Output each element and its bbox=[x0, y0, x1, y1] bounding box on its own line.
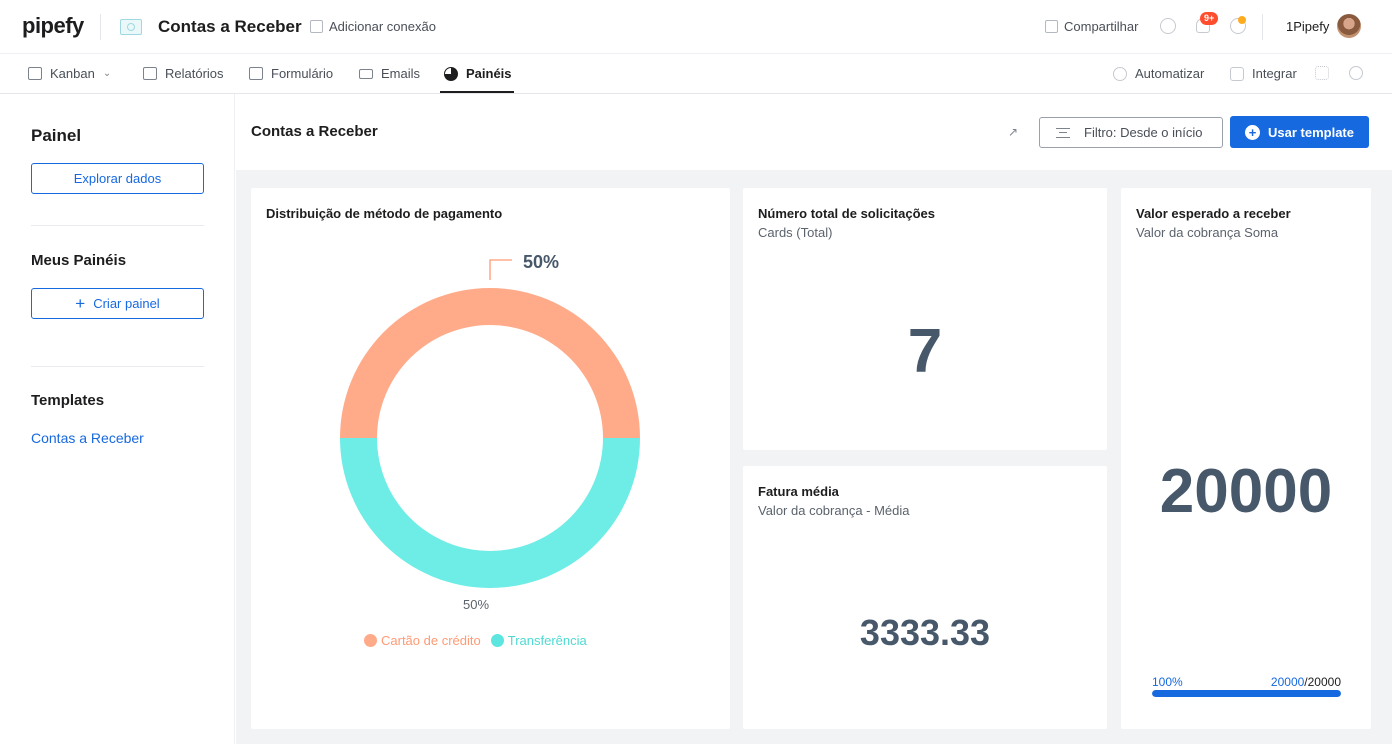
tab-kanban[interactable]: Kanban ⌄ bbox=[28, 66, 111, 81]
sidebar-my-panels-title: Meus Painéis bbox=[31, 252, 127, 269]
automate-label: Automatizar bbox=[1135, 66, 1205, 81]
legend-swatch bbox=[490, 634, 504, 647]
divider bbox=[31, 225, 204, 226]
top-bar: pipefy Contas a Receber Adicionar conexã… bbox=[0, 0, 1392, 54]
progress-bar bbox=[1152, 690, 1341, 697]
slice-label-1: 50% bbox=[463, 597, 489, 612]
legend-label: Cartão de crédito bbox=[381, 633, 481, 648]
add-connection-label: Adicionar conexão bbox=[329, 19, 436, 34]
total-requests-card: Número total de solicitações Cards (Tota… bbox=[743, 188, 1107, 450]
explore-data-button[interactable]: Explorar dados bbox=[31, 163, 204, 194]
metric-value: 3333.33 bbox=[859, 612, 991, 653]
integrate-label: Integrar bbox=[1252, 66, 1297, 81]
slice-label-0: 50% bbox=[523, 252, 559, 272]
dashboard-header: Contas a Receber ↗ Filtro: Desde o iníci… bbox=[236, 94, 1392, 170]
pipefy-logo[interactable]: pipefy bbox=[22, 13, 84, 39]
tab-label: Kanban bbox=[50, 66, 95, 81]
plus-circle-icon: + bbox=[1245, 124, 1260, 140]
average-invoice-card: Fatura média Valor da cobrança - Média 3… bbox=[743, 466, 1107, 729]
legend-swatch bbox=[364, 634, 377, 647]
sidebar: Painel Explorar dados Meus Painéis + Cri… bbox=[0, 94, 235, 744]
mail-icon bbox=[359, 68, 373, 79]
connection-icon bbox=[310, 20, 323, 33]
card-title: Fatura média bbox=[758, 484, 839, 499]
filter-button[interactable]: Filtro: Desde o início bbox=[1039, 117, 1223, 148]
plug-icon bbox=[1230, 66, 1244, 81]
legend-item[interactable]: Transferência bbox=[490, 633, 587, 648]
payment-distribution-card: Distribuição de método de pagamento 50% 5… bbox=[251, 188, 730, 729]
username[interactable]: 1Pipefy bbox=[1286, 19, 1329, 34]
active-tab-indicator bbox=[440, 91, 514, 93]
filter-label: Filtro: Desde o início bbox=[1084, 125, 1203, 140]
whatsapp-icon[interactable] bbox=[1160, 18, 1176, 34]
gear-icon[interactable] bbox=[1349, 66, 1363, 80]
chevron-down-icon: ⌄ bbox=[102, 68, 112, 79]
sidebar-templates-title: Templates bbox=[31, 392, 105, 409]
share-button[interactable]: Compartilhar bbox=[1045, 19, 1138, 34]
share-icon bbox=[1045, 20, 1058, 33]
kanban-icon bbox=[28, 67, 42, 80]
notifications-badge: 9+ bbox=[1200, 12, 1219, 25]
card-subtitle: Valor da cobrança Soma bbox=[1136, 225, 1279, 240]
robot-icon bbox=[1113, 66, 1127, 81]
form-icon bbox=[249, 67, 263, 80]
progress-percent: 100% bbox=[1152, 675, 1183, 689]
divider bbox=[1262, 14, 1263, 40]
tab-label: Painéis bbox=[466, 66, 512, 81]
pipe-icon bbox=[120, 19, 142, 35]
metric-value: 20000 bbox=[1159, 457, 1333, 526]
expand-icon[interactable]: ↗ bbox=[1008, 125, 1022, 139]
status-dot bbox=[1238, 16, 1246, 24]
progress-value: 20000/20000 bbox=[1271, 675, 1341, 689]
card-subtitle: Cards (Total) bbox=[758, 225, 833, 240]
card-subtitle: Valor da cobrança - Média bbox=[758, 503, 910, 518]
progress-fill bbox=[1152, 690, 1341, 697]
donut-chart: 50% 50% bbox=[340, 252, 640, 612]
plus-icon: + bbox=[75, 294, 86, 313]
create-panel-button[interactable]: + Criar painel bbox=[31, 288, 204, 319]
card-title: Valor esperado a receber bbox=[1136, 206, 1291, 221]
label-leader-line bbox=[489, 259, 512, 280]
divider bbox=[31, 366, 204, 367]
nav-bar: Kanban ⌄ Relatórios Formulário Emails Pa… bbox=[0, 54, 1392, 94]
tab-formulario[interactable]: Formulário bbox=[249, 66, 333, 81]
divider bbox=[100, 14, 101, 40]
apps-grid-icon[interactable] bbox=[1315, 66, 1329, 80]
tab-emails[interactable]: Emails bbox=[359, 66, 420, 81]
app-title[interactable]: Contas a Receber bbox=[158, 17, 302, 37]
tab-label: Formulário bbox=[271, 66, 334, 81]
progress-total: /20000 bbox=[1304, 675, 1341, 689]
tab-label: Emails bbox=[381, 66, 421, 81]
add-connection-button[interactable]: Adicionar conexão bbox=[310, 19, 436, 34]
table-icon bbox=[143, 67, 157, 80]
card-title: Distribuição de método de pagamento bbox=[266, 206, 503, 221]
progress-current: 20000 bbox=[1270, 675, 1305, 689]
automate-button[interactable]: Automatizar bbox=[1113, 66, 1204, 81]
pie-chart-icon bbox=[444, 66, 458, 81]
sidebar-template-link[interactable]: Contas a Receber bbox=[31, 430, 144, 446]
metric-value: 7 bbox=[907, 317, 943, 386]
share-label: Compartilhar bbox=[1064, 19, 1139, 34]
chart-legend: Cartão de crédito Transferência bbox=[364, 633, 587, 648]
create-panel-label: Criar painel bbox=[93, 296, 160, 311]
tab-relatorios[interactable]: Relatórios bbox=[143, 66, 224, 81]
tab-label: Relatórios bbox=[165, 66, 224, 81]
donut-slice-1[interactable] bbox=[340, 438, 640, 588]
donut-slice-0[interactable] bbox=[340, 288, 640, 438]
avatar[interactable] bbox=[1337, 14, 1361, 38]
expected-value-card: Valor esperado a receber Valor da cobran… bbox=[1121, 188, 1371, 729]
explore-data-label: Explorar dados bbox=[73, 171, 162, 186]
integrate-button[interactable]: Integrar bbox=[1230, 66, 1297, 81]
tab-paineis[interactable]: Painéis bbox=[444, 66, 512, 81]
legend-item[interactable]: Cartão de crédito bbox=[364, 633, 481, 648]
use-template-button[interactable]: + Usar template bbox=[1230, 116, 1369, 148]
dashboard-area: Contas a Receber ↗ Filtro: Desde o iníci… bbox=[236, 94, 1392, 744]
use-template-label: Usar template bbox=[1268, 124, 1354, 140]
legend-label: Transferência bbox=[507, 633, 587, 648]
filter-icon bbox=[1056, 127, 1070, 138]
sidebar-painel-title: Painel bbox=[31, 126, 82, 145]
page-title: Contas a Receber bbox=[251, 123, 378, 140]
card-title: Número total de solicitações bbox=[758, 206, 935, 221]
